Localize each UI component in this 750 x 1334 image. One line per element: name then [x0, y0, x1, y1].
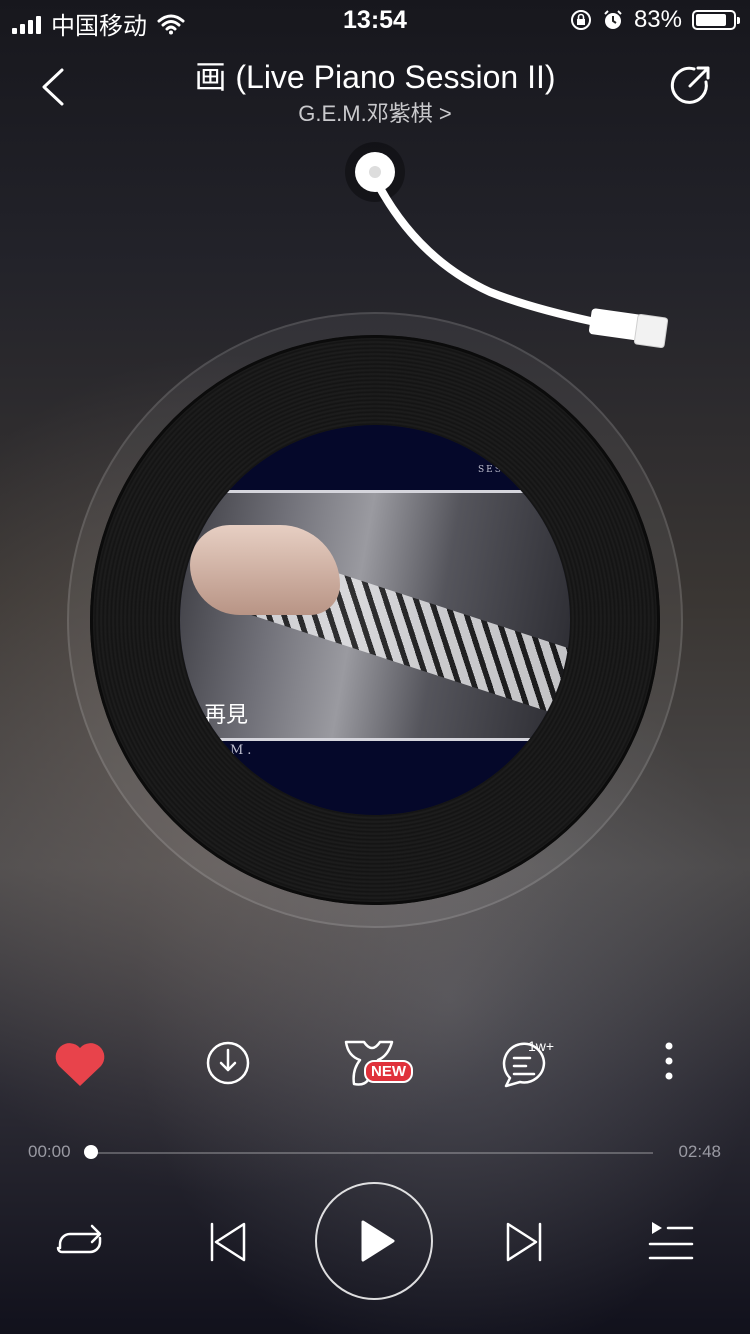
- play-icon: [361, 1220, 395, 1262]
- progress-bar[interactable]: 00:00 02:48: [0, 1138, 750, 1168]
- current-time: 00:00: [28, 1142, 71, 1161]
- previous-icon[interactable]: [200, 1214, 256, 1270]
- battery-percent: 83%: [633, 6, 682, 33]
- playlist-icon[interactable]: [640, 1214, 700, 1270]
- heart-icon[interactable]: [45, 1030, 115, 1096]
- progress-track[interactable]: [90, 1152, 653, 1154]
- orientation-lock-icon: [570, 10, 591, 30]
- player-header: 画 (Live Piano Session II) G.E.M.邓紫棋 >: [0, 48, 750, 138]
- more-icon[interactable]: [634, 1030, 704, 1096]
- hand-image: [190, 525, 340, 615]
- album-cover: SES 再見 M.: [180, 425, 570, 815]
- play-button[interactable]: [315, 1182, 433, 1300]
- share-icon[interactable]: [666, 60, 716, 110]
- status-bar: 中国移动 13:54 83%: [0, 0, 750, 40]
- alarm-icon: [604, 10, 622, 29]
- action-bar: NEW 1w+: [0, 1030, 750, 1100]
- back-icon[interactable]: [30, 60, 80, 110]
- comment-count: 1w+: [528, 1038, 555, 1054]
- total-time: 02:48: [678, 1142, 721, 1161]
- cover-bottom-text: M.: [230, 743, 256, 758]
- next-icon[interactable]: [496, 1214, 552, 1270]
- artist-link[interactable]: G.E.M.邓紫棋 >: [120, 96, 630, 128]
- song-title: 画 (Live Piano Session II): [194, 59, 556, 95]
- repeat-icon[interactable]: [50, 1214, 110, 1270]
- tonearm-icon: [345, 142, 669, 349]
- new-badge: NEW: [364, 1060, 413, 1083]
- progress-knob[interactable]: [84, 1145, 98, 1159]
- download-icon[interactable]: [193, 1030, 263, 1096]
- cover-top-text: SES: [478, 465, 503, 475]
- cover-caption: 再見: [204, 703, 249, 728]
- battery-icon: [692, 10, 740, 30]
